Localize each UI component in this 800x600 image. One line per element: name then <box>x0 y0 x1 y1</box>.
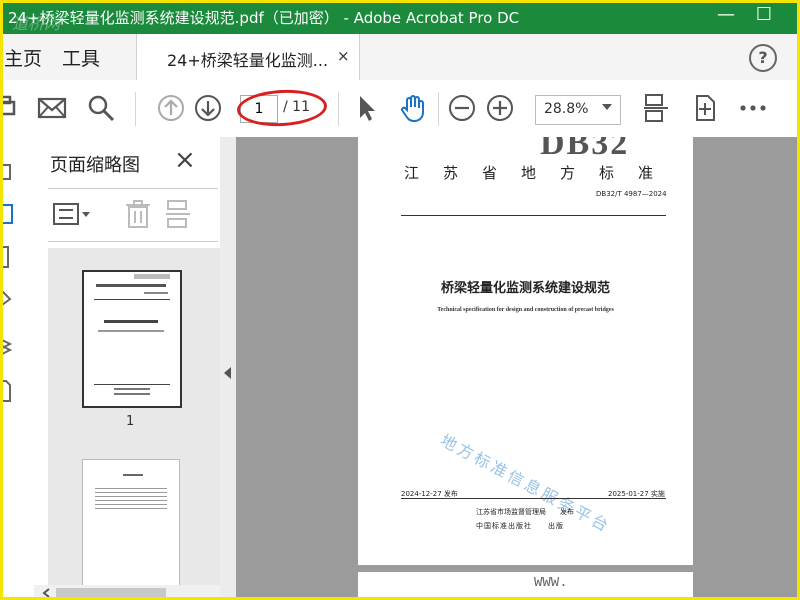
tab-close-button[interactable]: × <box>337 47 350 65</box>
panel-title: 页面缩略图 <box>50 155 140 176</box>
delete-page-icon[interactable] <box>124 199 152 229</box>
scroll-left-icon[interactable] <box>42 588 50 598</box>
doc-publisher-1: 江苏省市场监督管理局 发布 <box>476 508 574 516</box>
next-page-icon[interactable] <box>193 93 223 123</box>
pdf-page-2 <box>358 572 693 600</box>
zoom-level-dropdown[interactable]: 28.8% <box>535 95 621 125</box>
tab-tools[interactable]: 工具 <box>62 44 100 71</box>
doc-rule <box>401 215 666 216</box>
panel-divider <box>48 241 218 242</box>
thumb-toc-line <box>95 500 167 501</box>
zoom-level-value: 28.8% <box>544 101 589 117</box>
toolbar-divider <box>338 92 339 126</box>
toolbar: 1 / 11 28.8% <box>0 80 800 138</box>
panel-collapse-handle[interactable] <box>220 137 236 600</box>
hand-tool-icon[interactable] <box>398 93 428 123</box>
thumbnail-options-icon[interactable] <box>52 201 92 227</box>
zoom-out-icon[interactable] <box>447 93 477 123</box>
email-icon[interactable] <box>37 93 67 123</box>
maximize-button[interactable]: ☐ <box>750 4 778 25</box>
left-navigation-strip <box>0 137 35 600</box>
minimize-button[interactable]: — <box>712 4 740 25</box>
panel-divider <box>48 188 218 189</box>
thumb-toc-line <box>95 504 167 505</box>
thumbnail-page-number: 1 <box>126 414 135 429</box>
page-thumbnail-1[interactable] <box>82 270 182 408</box>
extract-page-icon[interactable] <box>164 199 192 229</box>
window-title: 24+桥梁轻量化监测系统建设规范.pdf（已加密） - Adobe Acroba… <box>8 9 520 27</box>
help-button[interactable]: ? <box>749 44 777 72</box>
hscrollbar-thumb[interactable] <box>56 588 166 597</box>
thumb-toc-heading <box>123 474 143 476</box>
attachment-icon[interactable] <box>0 287 14 307</box>
toolbar-divider <box>135 92 136 126</box>
doc-publisher-2: 中国标准出版社 出版 <box>476 522 564 530</box>
fit-page-icon[interactable] <box>641 93 671 123</box>
thumb-org-line <box>96 284 166 287</box>
search-icon[interactable] <box>86 93 116 123</box>
thumbnail-list: 1 <box>48 248 224 585</box>
thumb-toc-line <box>95 508 167 509</box>
document-view[interactable]: DB32 江苏省地方标准 DB32/T 4987—2024 桥梁轻量化监测系统建… <box>236 137 800 600</box>
thumb-publisher-line <box>114 393 150 395</box>
zoom-in-icon[interactable] <box>485 93 515 123</box>
tab-document-label: 24+桥梁轻量化监测... <box>167 51 329 70</box>
page-rotate-icon[interactable] <box>690 93 720 123</box>
print-icon[interactable] <box>0 93 24 123</box>
doc-rule <box>401 498 666 499</box>
toolbar-divider <box>438 92 439 126</box>
title-bar: 24+桥梁轻量化监测系统建设规范.pdf（已加密） - Adobe Acroba… <box>0 0 800 34</box>
doc-title-en: Technical specification for design and c… <box>437 307 614 313</box>
bookmark-icon[interactable] <box>0 245 12 269</box>
thumb-code-line <box>144 292 168 294</box>
thumb-rule <box>94 299 170 300</box>
thumb-toc-line <box>95 496 167 497</box>
page-thumbnail-2[interactable] <box>82 459 180 585</box>
thumb-toc-line <box>95 492 167 493</box>
tab-document[interactable]: 24+桥梁轻量化监测... × <box>136 34 360 81</box>
thumb-toc-line <box>95 488 167 489</box>
tab-home[interactable]: 主页 <box>4 44 42 71</box>
horizontal-scrollbar[interactable] <box>34 585 220 600</box>
pdf-page-1: DB32 江苏省地方标准 DB32/T 4987—2024 桥梁轻量化监测系统建… <box>358 137 693 565</box>
thumb-rule <box>94 384 170 385</box>
thumb-publisher-line <box>114 388 150 390</box>
document-icon[interactable] <box>0 379 12 403</box>
page-thumbnails-icon[interactable] <box>0 203 16 225</box>
doc-organization: 江苏省地方标准 <box>404 164 678 182</box>
thumb-subtitle-line <box>98 330 164 332</box>
lock-icon[interactable] <box>0 157 14 181</box>
previous-page-icon[interactable] <box>156 93 186 123</box>
doc-header-code: DB32 <box>540 137 630 162</box>
title-watermark: 道桥网 <box>12 14 61 33</box>
footer-watermark: WWW. <box>534 575 568 591</box>
tab-bar: 主页 工具 24+桥梁轻量化监测... × ? <box>0 34 800 81</box>
page-thumbnails-panel: 页面缩略图 × 1 <box>34 137 246 600</box>
select-cursor-icon[interactable] <box>352 93 382 123</box>
layers-icon[interactable] <box>0 335 14 359</box>
chevron-down-icon <box>602 104 612 110</box>
more-options-icon[interactable] <box>738 93 768 123</box>
panel-close-button[interactable]: × <box>174 145 196 175</box>
doc-standard-code: DB32/T 4987—2024 <box>596 190 667 198</box>
doc-title-cn: 桥梁轻量化监测系统建设规范 <box>440 281 610 296</box>
thumb-title-line <box>104 320 158 323</box>
thumb-header-mark <box>134 274 170 279</box>
collapse-arrow-icon <box>224 367 231 379</box>
